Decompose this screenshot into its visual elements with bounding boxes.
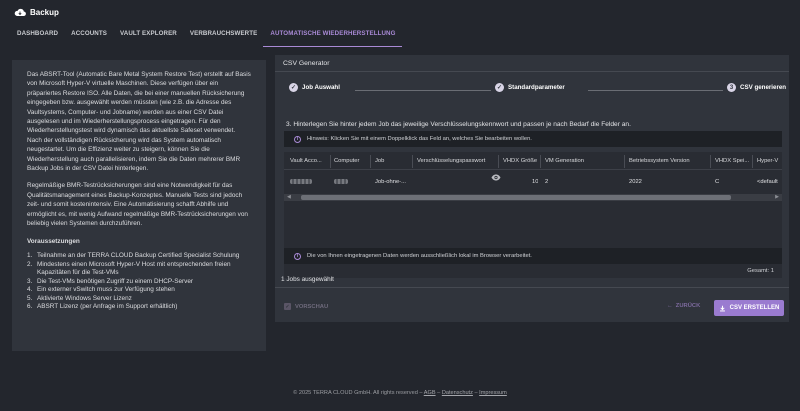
vhdx-storage-cell[interactable]: C (715, 179, 719, 185)
footer-separator: – (474, 390, 478, 396)
checkbox-icon[interactable]: ✓ (284, 303, 291, 310)
download-icon (719, 305, 725, 311)
column-separator (498, 155, 499, 168)
column-header[interactable]: VM Generation (545, 158, 625, 164)
tab-accounts[interactable]: ACCOUNTS (64, 26, 113, 47)
step-connector (355, 90, 491, 91)
create-csv-button[interactable]: CSV ERSTELLEN (714, 300, 784, 316)
top-bar: Backup DASHBOARD ACCOUNTS VAULT EXPLORER… (0, 0, 800, 47)
arrow-left-icon: ← (667, 303, 673, 309)
column-separator (330, 155, 331, 168)
column-header[interactable]: Vault Acco... (290, 158, 328, 164)
computer-cell[interactable] (334, 179, 348, 186)
horizontal-scrollbar[interactable]: ◀ ▶ (284, 194, 782, 201)
list-item: 4. Ein externer vSwitch muss zur Verfügun… (27, 286, 175, 294)
column-separator (624, 155, 625, 168)
requirements-list: 1. Teilnahme an der TERRA CLOUD Backup Ce… (27, 252, 251, 312)
selected-count: 1 Jobs ausgewählt (281, 276, 334, 283)
total-count: Gesamt: 1 (747, 268, 774, 274)
column-separator (752, 155, 753, 168)
info-paragraph-1: Das ABSRT-Tool (Automatic Bare Metal Sys… (27, 71, 251, 173)
step-number: 3 (727, 83, 736, 92)
privacy-notice: i Die von Ihnen eingetragenen Daten werd… (284, 248, 782, 264)
table-header: Vault Acco... Computer Job Verschlüsselu… (284, 152, 782, 170)
column-separator (540, 155, 541, 168)
impressum-link[interactable]: Impressum (479, 390, 507, 396)
column-header[interactable]: Betriebssystem Version (629, 158, 711, 164)
vhdx-size-cell[interactable]: 10 (532, 179, 538, 185)
tab-vault-explorer[interactable]: VAULT EXPLORER (113, 26, 183, 47)
column-header[interactable]: VHDX Größe (503, 158, 543, 164)
step-standardparameter[interactable]: ✓ Standardparameter (495, 83, 565, 92)
column-separator (412, 155, 413, 168)
preview-label: VORSCHAU (295, 303, 329, 310)
requirements-title: Voraussetzungen (27, 237, 80, 245)
hint-text: Hinweis: Klicken Sie mit einem Doppelkli… (307, 136, 532, 142)
table-row[interactable]: Job-ohne-... 10 2 2022 C <default (284, 171, 782, 192)
back-button[interactable]: ← ZURÜCK (667, 303, 700, 309)
app-title: Backup (14, 8, 59, 17)
info-icon: i (294, 252, 301, 260)
info-icon: i (294, 135, 301, 143)
os-version-cell[interactable]: 2022 (629, 179, 642, 185)
tab-automatische-wiederherstellung[interactable]: AUTOMATISCHE WIEDERHERSTELLUNG (263, 26, 402, 47)
column-header[interactable]: Verschlüsselungspasswort (417, 158, 497, 164)
privacy-text: Die von Ihnen eingetragenen Daten werden… (307, 253, 532, 259)
vault-account-cell[interactable] (290, 179, 312, 186)
instruction-text: 3. Hinterlegen Sie hinter jedem Job das … (286, 121, 631, 128)
check-icon: ✓ (289, 83, 298, 92)
column-header[interactable]: Job (375, 158, 415, 164)
column-header[interactable]: VHDX Spei... (715, 158, 753, 164)
job-cell[interactable]: Job-ohne-... (375, 179, 411, 185)
divider (275, 287, 789, 288)
column-separator (710, 155, 711, 168)
scroll-right-icon[interactable]: ▶ (775, 194, 779, 201)
hint-box: i Hinweis: Klicken Sie mit einem Doppelk… (284, 131, 782, 147)
cloud-icon (14, 8, 26, 17)
agb-link[interactable]: AGB (424, 390, 436, 396)
column-header[interactable]: Hyper-V (757, 158, 782, 164)
info-paragraph-2: Regelmäßige BMR-Testrücksicherungen sind… (27, 182, 248, 228)
scroll-left-icon[interactable]: ◀ (287, 194, 291, 201)
preview-checkbox[interactable]: ✓ VORSCHAU (284, 303, 328, 310)
copyright-text: © 2025 TERRA CLOUD GmbH. All rights rese… (293, 390, 423, 396)
csv-generator-title: CSV Generator (283, 60, 330, 67)
column-separator (370, 155, 371, 168)
footer-separator: – (437, 390, 441, 396)
step-job-auswahl[interactable]: ✓ Job Auswahl (289, 83, 340, 92)
footer: © 2025 TERRA CLOUD GmbH. All rights rese… (0, 390, 800, 396)
list-item: 2. Mindestens einen Microsoft Hyper-V Hos… (27, 260, 231, 277)
tab-verbrauchswerte[interactable]: VERBRAUCHSWERTE (183, 26, 264, 47)
eye-icon[interactable] (491, 174, 501, 181)
scrollbar-thumb[interactable] (301, 195, 731, 200)
column-header[interactable]: Computer (334, 158, 372, 164)
csv-generator-panel: CSV Generator ✓ Job Auswahl ✓ Standardpa… (275, 55, 789, 322)
list-item: 6. ABSRT Lizenz (per Anfrage im Support e… (27, 303, 178, 311)
app-title-label: Backup (30, 8, 59, 17)
step-connector (588, 90, 723, 91)
tab-dashboard[interactable]: DASHBOARD (10, 26, 64, 47)
divider (275, 71, 789, 72)
list-item: 3. Die Test-VMs benötigen Zugriff zu eine… (27, 277, 194, 285)
tab-bar: DASHBOARD ACCOUNTS VAULT EXPLORER VERBRA… (10, 26, 402, 47)
datenschutz-link[interactable]: Datenschutz (442, 390, 473, 396)
list-item: 1. Teilnahme an der TERRA CLOUD Backup Ce… (27, 251, 240, 259)
step-csv-generieren[interactable]: 3 CSV generieren (727, 83, 786, 92)
check-icon: ✓ (495, 83, 504, 92)
info-panel: Das ABSRT-Tool (Automatic Bare Metal Sys… (12, 60, 266, 351)
hyperv-cell[interactable]: <default (757, 179, 782, 185)
list-item: 5. Aktivierte Windows Server Lizenz (27, 294, 132, 302)
vm-generation-cell[interactable]: 2 (545, 179, 548, 185)
stepper: ✓ Job Auswahl ✓ Standardparameter 3 CSV … (283, 83, 786, 97)
